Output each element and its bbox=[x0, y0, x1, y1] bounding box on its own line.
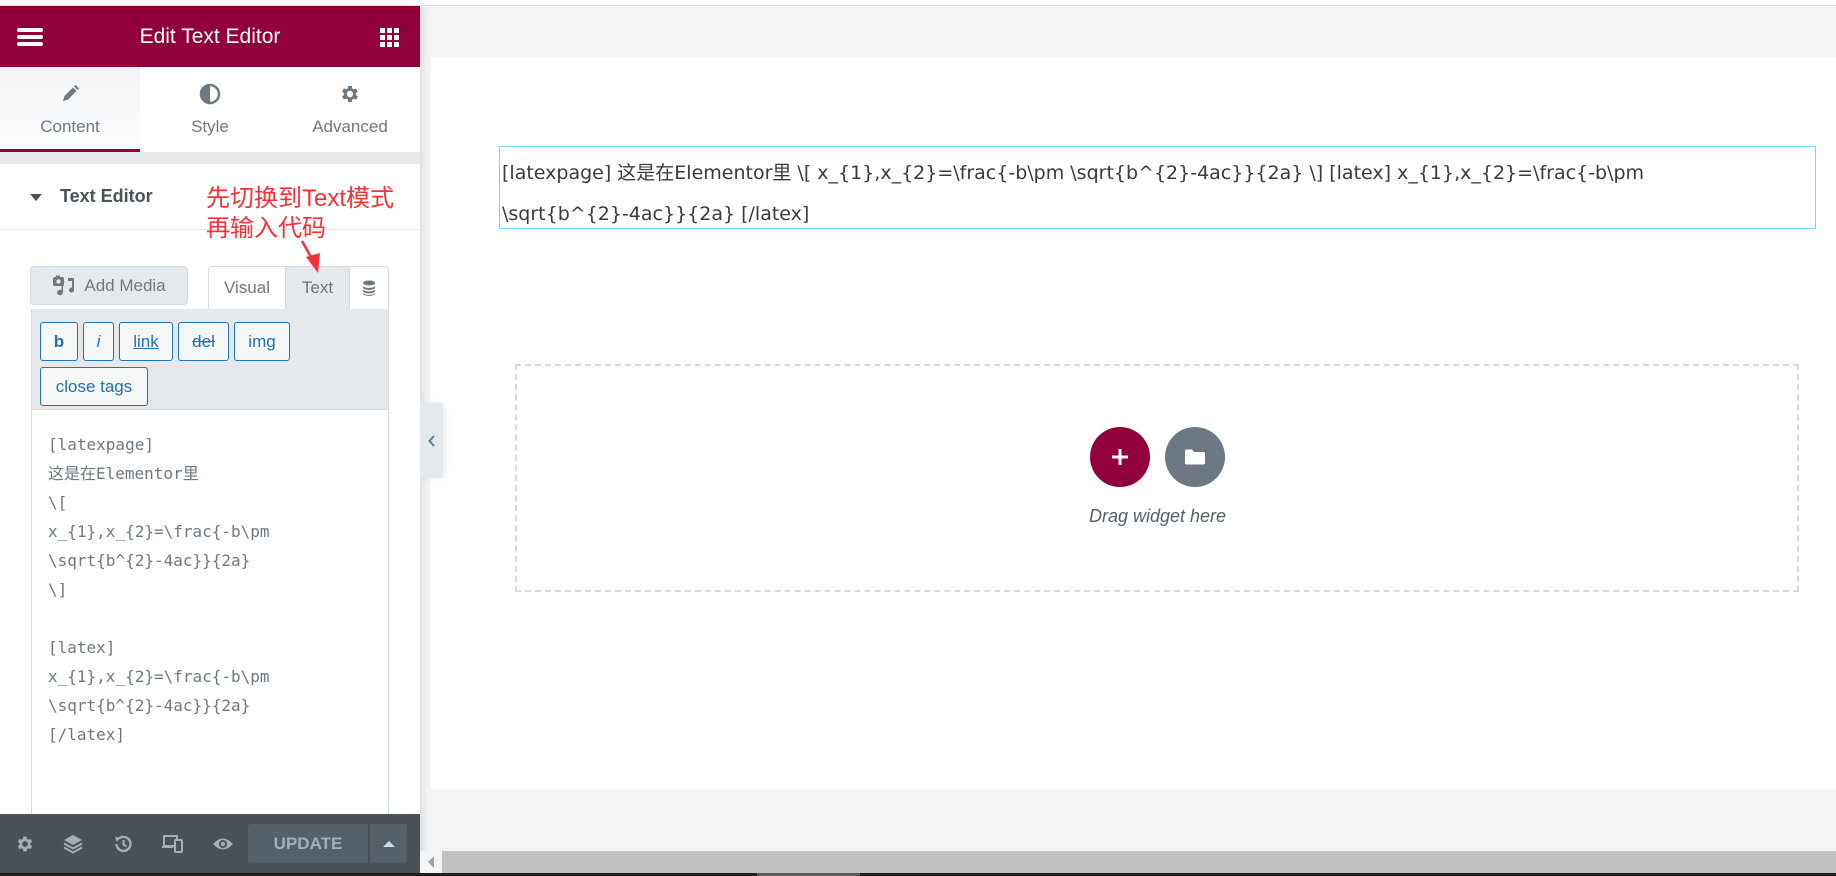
quicktag-bold-button[interactable]: b bbox=[40, 322, 78, 361]
horizontal-scrollbar[interactable] bbox=[420, 851, 1836, 873]
half-circle-icon bbox=[140, 82, 280, 106]
quicktag-img-button[interactable]: img bbox=[234, 322, 290, 361]
annotation-note: 先切换到Text模式 再输入代码 bbox=[206, 185, 395, 242]
panel-title: Edit Text Editor bbox=[139, 25, 281, 48]
responsive-mode-icon[interactable] bbox=[160, 831, 186, 857]
preview-eye-icon[interactable] bbox=[210, 831, 236, 857]
panel-footer: UPDATE bbox=[0, 814, 420, 873]
add-media-button[interactable]: Add Media bbox=[30, 266, 188, 305]
annotation-arrow-icon bbox=[300, 240, 320, 273]
editor-mode-tabs: Visual Text bbox=[208, 266, 389, 309]
dynamic-tags-button[interactable] bbox=[349, 266, 389, 309]
quicktag-del-button[interactable]: del bbox=[178, 322, 229, 361]
history-icon[interactable] bbox=[110, 831, 136, 857]
add-template-button[interactable] bbox=[1165, 427, 1225, 487]
tab-style-label: Style bbox=[191, 117, 229, 136]
tab-content[interactable]: Content bbox=[0, 67, 140, 152]
plus-icon bbox=[1112, 449, 1128, 465]
save-options-button[interactable] bbox=[370, 824, 407, 863]
folder-icon bbox=[1185, 449, 1205, 465]
database-stack-icon bbox=[363, 280, 375, 296]
chevron-left-icon bbox=[427, 434, 435, 447]
panel-divider bbox=[0, 152, 420, 164]
text-editor-textarea[interactable]: [latexpage] 这是在Elementor里 \[ x_{1},x_{2}… bbox=[31, 410, 389, 815]
media-icon bbox=[53, 275, 75, 295]
panel-header: Edit Text Editor bbox=[0, 6, 420, 67]
quicktag-link-button[interactable]: link bbox=[119, 322, 173, 361]
visual-tab[interactable]: Visual bbox=[208, 266, 286, 309]
drop-zone-label: Drag widget here bbox=[1088, 506, 1227, 526]
section-title: Text Editor bbox=[60, 186, 153, 206]
text-editor-widget[interactable]: [latexpage] 这是在Elementor里 \[ x_{1},x_{2}… bbox=[499, 146, 1816, 229]
tab-style[interactable]: Style bbox=[140, 67, 280, 152]
editor-panel: Edit Text Editor Content Style Advanced … bbox=[0, 6, 420, 873]
scroll-left-button[interactable] bbox=[420, 851, 442, 873]
tab-advanced-label: Advanced bbox=[312, 117, 388, 136]
elementor-editor: Edit Text Editor Content Style Advanced … bbox=[0, 0, 1836, 876]
update-button[interactable]: UPDATE bbox=[248, 824, 368, 863]
add-section-button[interactable] bbox=[1090, 427, 1150, 487]
quicktag-close-tags-button[interactable]: close tags bbox=[40, 367, 148, 406]
add-media-label: Add Media bbox=[84, 275, 166, 295]
collapse-panel-button[interactable] bbox=[420, 403, 443, 478]
navigator-layers-icon[interactable] bbox=[60, 831, 86, 857]
caret-down-icon bbox=[30, 194, 42, 201]
gear-icon bbox=[280, 82, 420, 106]
tab-content-label: Content bbox=[40, 117, 100, 136]
drop-zone[interactable] bbox=[515, 364, 1799, 592]
scroll-left-arrow-icon bbox=[428, 856, 434, 868]
tab-advanced[interactable]: Advanced bbox=[280, 67, 420, 152]
settings-icon[interactable] bbox=[12, 831, 38, 857]
quicktag-italic-button[interactable]: i bbox=[83, 322, 114, 361]
caret-up-icon bbox=[382, 840, 395, 847]
pencil-icon bbox=[0, 82, 140, 106]
quicktags-toolbar: b i link del img close tags bbox=[31, 309, 389, 410]
widgets-grid-icon[interactable] bbox=[380, 28, 399, 47]
panel-tabs: Content Style Advanced bbox=[0, 67, 420, 152]
